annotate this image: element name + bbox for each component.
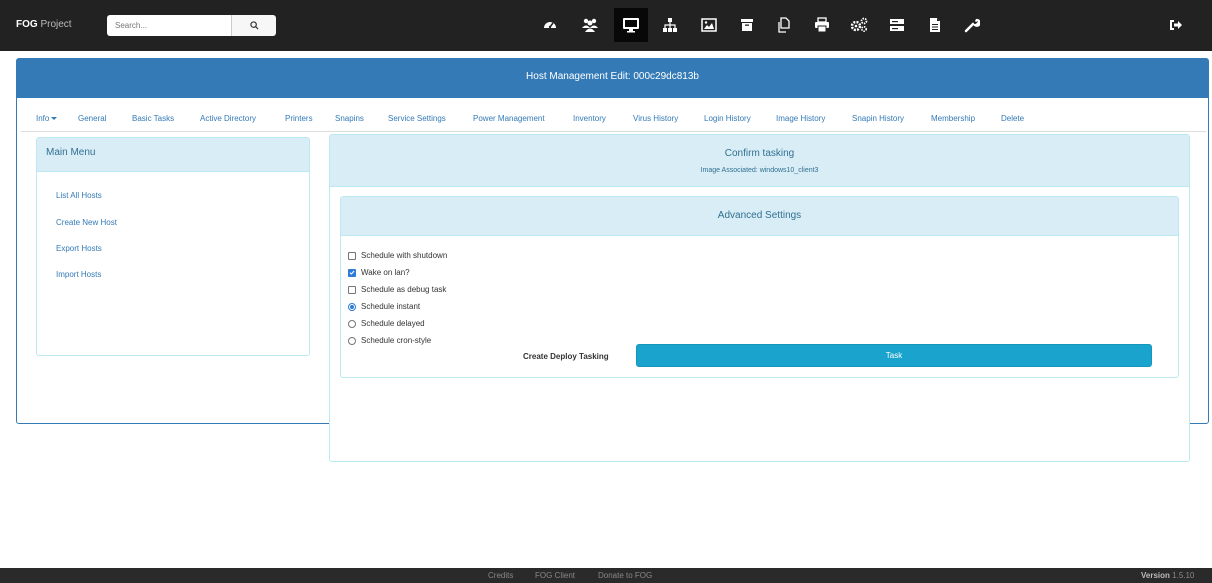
brand-bold: FOG [16,19,38,30]
file-icon[interactable] [921,11,949,39]
tab-active-directory[interactable]: Active Directory [200,114,256,123]
option-label: Schedule delayed [361,319,425,328]
archive-icon[interactable] [733,11,761,39]
create-deploy-tasking-label: Create Deploy Tasking [523,352,609,361]
dashboard-icon[interactable] [536,11,564,39]
tab-image-history[interactable]: Image History [776,114,825,123]
checkbox[interactable] [348,285,356,294]
tab-service-settings[interactable]: Service Settings [388,114,446,123]
tab-snapins[interactable]: Snapins [335,114,364,123]
task-button[interactable]: Task [636,344,1152,367]
users-icon[interactable] [576,11,604,39]
tab-delete[interactable]: Delete [1001,114,1024,123]
host-edit-panel: Host Management Edit: 000c29dc813b Info … [16,58,1209,462]
search-form [107,15,276,36]
tab-info[interactable]: Info [36,114,58,123]
advanced-settings-panel: Advanced Settings Schedule with shutdown… [340,196,1179,378]
wrench-icon[interactable] [958,11,986,39]
option-schedule-instant[interactable]: Schedule instant [348,302,420,311]
footer-link-credits[interactable]: Credits [488,571,513,580]
advanced-settings-title: Advanced Settings [341,197,1178,236]
sitemap-icon[interactable] [656,11,684,39]
search-icon [249,21,259,30]
tab-label: Info [36,114,50,123]
copy-icon[interactable] [770,11,798,39]
brand-rest: Project [40,19,72,30]
caret-down-icon [51,117,58,121]
footer: Credits FOG Client Donate to FOG Version… [0,568,1212,583]
option-label: Schedule with shutdown [361,251,448,260]
brand-logo[interactable]: FOG Project [16,19,72,30]
version-text: Version 1.5.10 [1141,571,1194,580]
footer-link-donate[interactable]: Donate to FOG [598,571,652,580]
search-input[interactable] [107,15,231,36]
tab-login-history[interactable]: Login History [704,114,751,123]
menu-item-export-hosts[interactable]: Export Hosts [56,244,102,253]
radio[interactable] [348,336,356,345]
sign-out-icon[interactable] [1164,13,1188,37]
menu-item-create-new-host[interactable]: Create New Host [56,218,117,227]
cogs-icon[interactable] [845,11,873,39]
tab-snapin-history[interactable]: Snapin History [852,114,904,123]
option-label: Schedule as debug task [361,285,447,294]
main-menu: Main Menu List All Hosts Create New Host… [36,137,310,356]
checkbox[interactable] [348,251,356,260]
option-wake-on-lan[interactable]: Wake on lan? [348,268,410,277]
option-label: Wake on lan? [361,268,410,277]
option-label: Schedule instant [361,302,421,311]
main-menu-title: Main Menu [37,138,309,172]
confirm-tasking-panel: Confirm tasking Image Associated: window… [329,134,1190,462]
image-associated-text: Image Associated: windows10_client3 [700,167,819,174]
option-schedule-delayed[interactable]: Schedule delayed [348,319,425,328]
tab-inventory[interactable]: Inventory [573,114,606,123]
version-label: Version [1141,571,1170,580]
radio-selected[interactable] [348,302,356,311]
tab-bar: Info General Basic Tasks Active Director… [21,106,1206,132]
radio[interactable] [348,319,356,328]
footer-link-fog-client[interactable]: FOG Client [535,571,575,580]
tab-printers[interactable]: Printers [285,114,313,123]
version-value: 1.5.10 [1172,571,1195,580]
image-icon[interactable] [695,11,723,39]
option-schedule-as-debug-task[interactable]: Schedule as debug task [348,285,446,294]
top-navbar: FOG Project [0,0,1212,51]
tab-virus-history[interactable]: Virus History [633,114,678,123]
tab-power-management[interactable]: Power Management [473,114,545,123]
option-schedule-cron-style[interactable]: Schedule cron-style [348,336,431,345]
confirm-title: Confirm tasking [724,148,795,159]
tab-general[interactable]: General [78,114,106,123]
desktop-icon[interactable] [614,8,648,42]
page-title: Host Management Edit: 000c29dc813b [17,59,1208,98]
checkbox-checked[interactable] [348,268,356,277]
hdd-icon[interactable] [883,11,911,39]
tab-membership[interactable]: Membership [931,114,975,123]
print-icon[interactable] [808,11,836,39]
menu-item-import-hosts[interactable]: Import Hosts [56,270,101,279]
confirm-header: Confirm tasking Image Associated: window… [330,135,1189,187]
search-button[interactable] [231,15,276,36]
menu-item-list-all-hosts[interactable]: List All Hosts [56,191,102,200]
option-schedule-with-shutdown[interactable]: Schedule with shutdown [348,251,447,260]
tab-basic-tasks[interactable]: Basic Tasks [132,114,174,123]
check-icon [349,270,355,275]
option-label: Schedule cron-style [361,336,432,345]
